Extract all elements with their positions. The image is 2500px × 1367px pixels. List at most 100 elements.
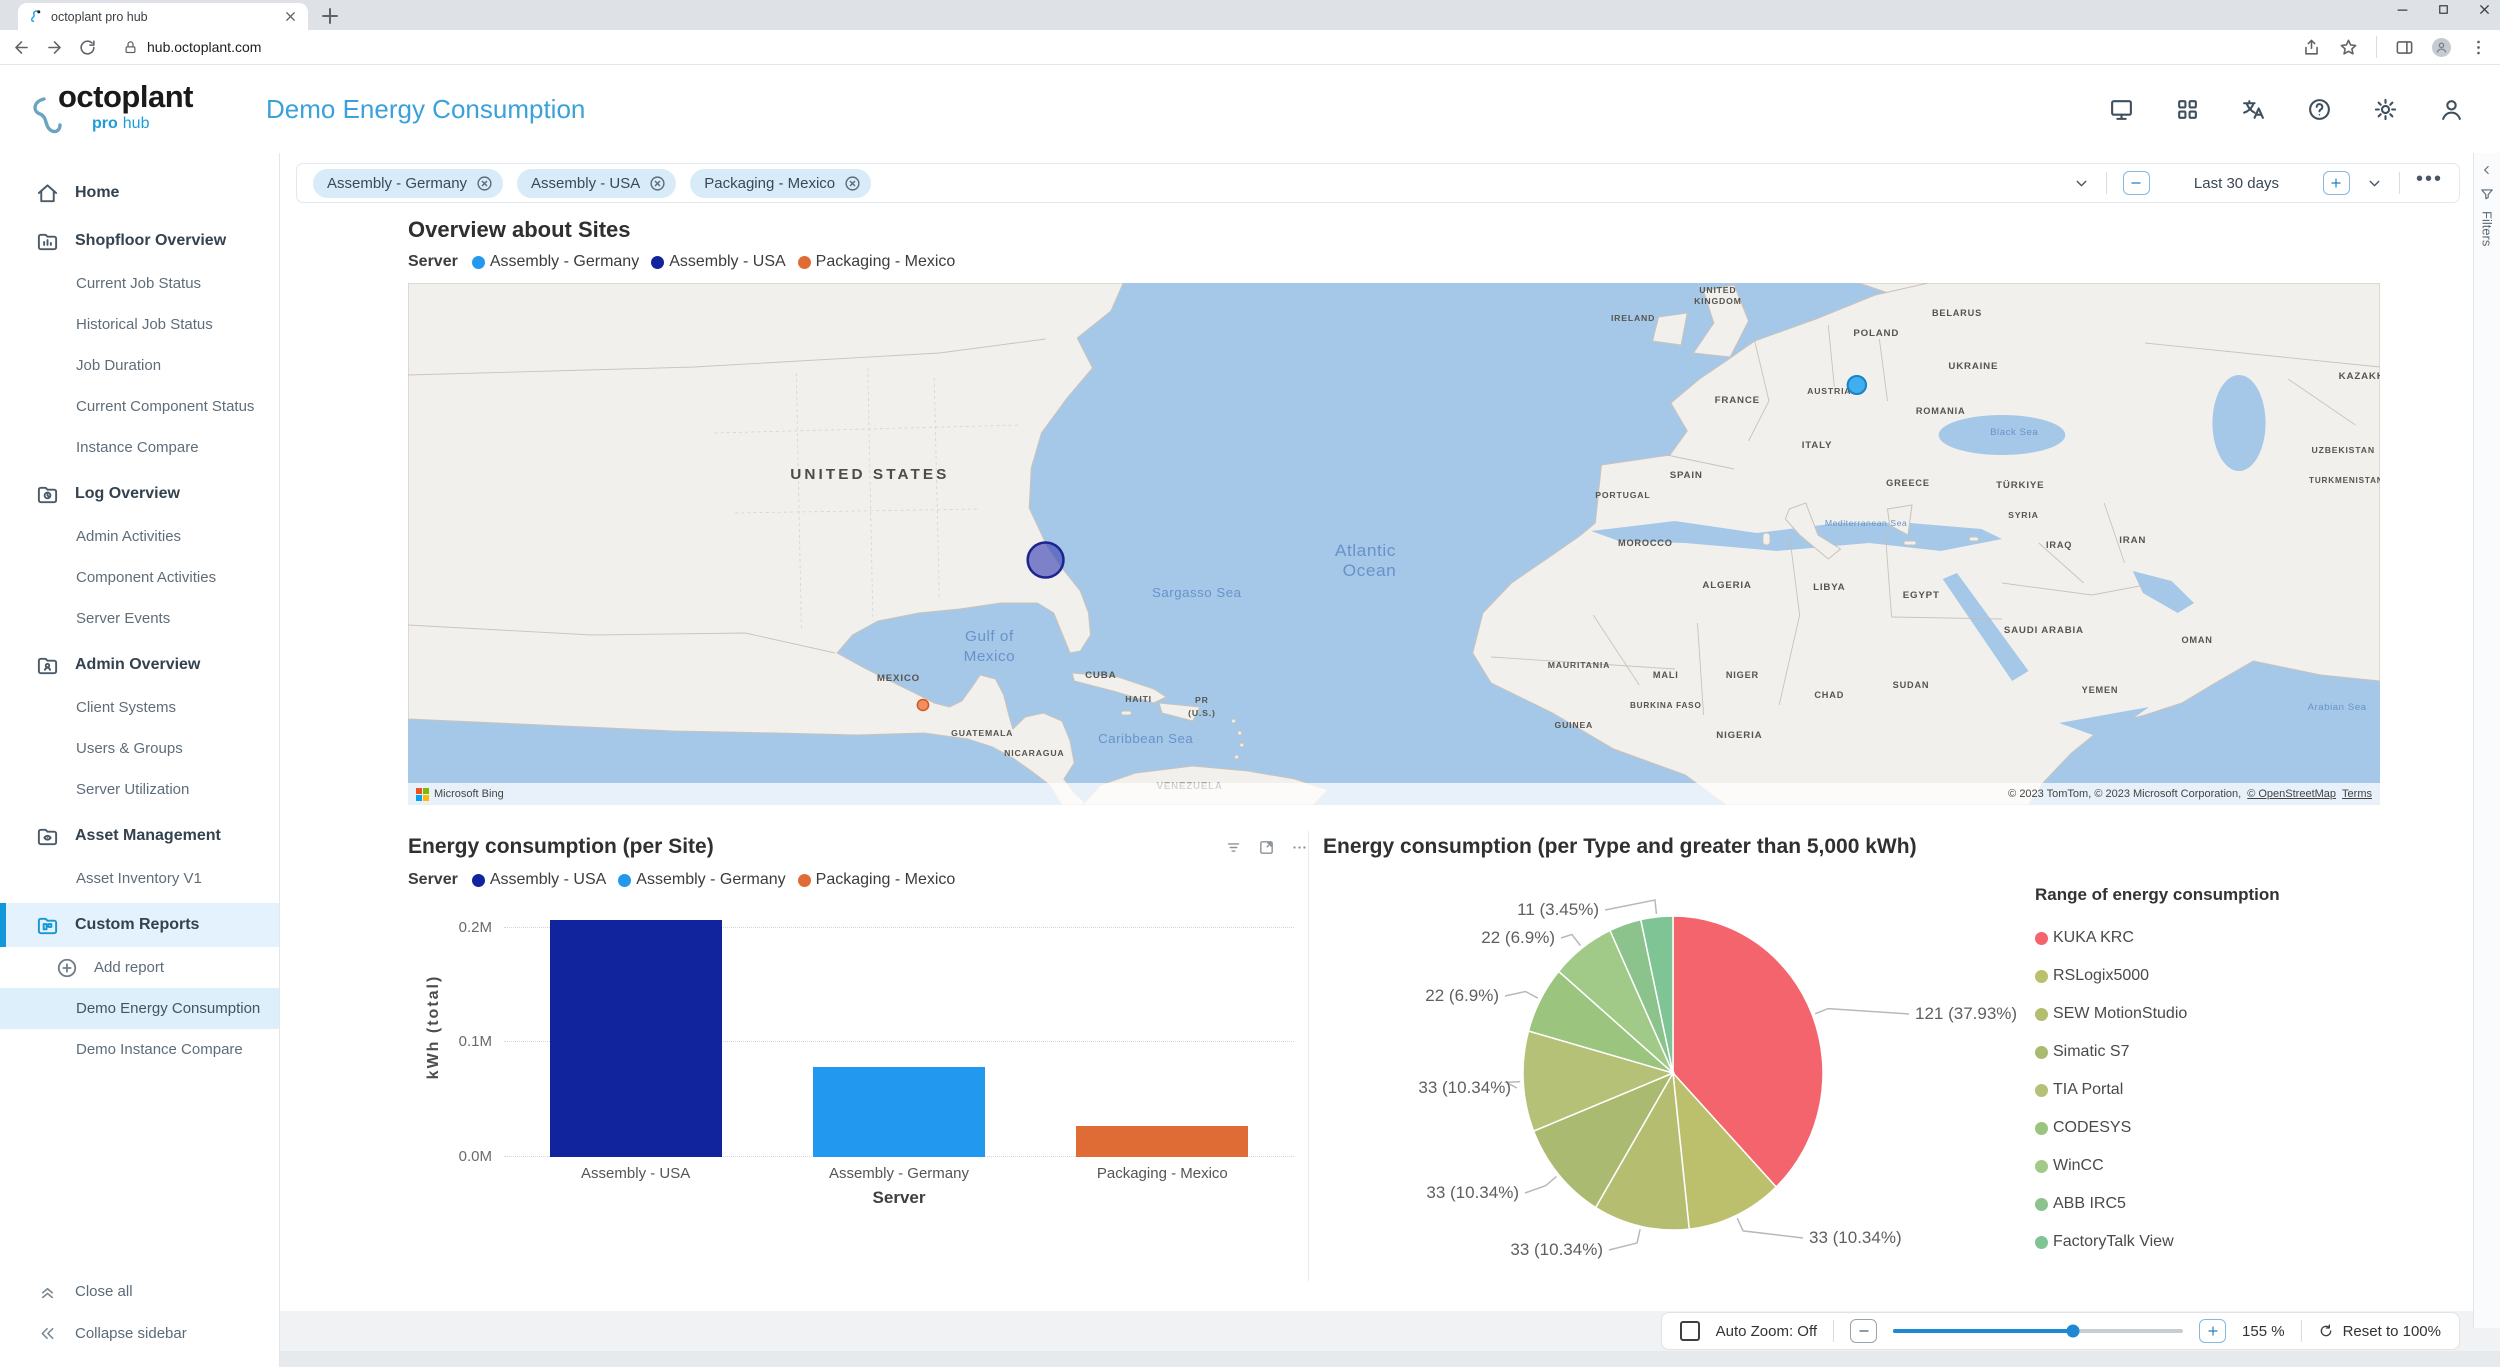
sidebar-item-current-component-status[interactable]: Current Component Status xyxy=(0,386,279,427)
time-range-label[interactable]: Last 30 days xyxy=(2194,175,2279,192)
browser-tab[interactable]: octoplant pro hub xyxy=(18,3,308,30)
side-panel-icon[interactable] xyxy=(2395,38,2414,57)
map-marker-assembly-usa[interactable] xyxy=(1028,543,1064,578)
chip-remove-icon[interactable] xyxy=(844,175,861,192)
sidebar-collapse-sidebar[interactable]: Collapse sidebar xyxy=(0,1312,279,1354)
map-label: GREECE xyxy=(1886,478,1930,488)
chevron-down-icon[interactable] xyxy=(2073,175,2090,192)
forward-arrow-icon[interactable] xyxy=(45,38,64,57)
map-label: UZBEKISTAN xyxy=(2312,445,2375,455)
bar-packaging-mexico[interactable] xyxy=(1076,1126,1248,1157)
legend-item-assembly-germany[interactable]: Assembly - Germany xyxy=(618,871,785,889)
osm-link[interactable]: © OpenStreetMap xyxy=(2247,788,2336,800)
sidebar-item-demo-energy-consumption[interactable]: Demo Energy Consumption xyxy=(0,988,279,1029)
sidebar-item-users-groups[interactable]: Users & Groups xyxy=(0,728,279,769)
sidebar-item-current-job-status[interactable]: Current Job Status xyxy=(0,263,279,304)
sidebar-item-component-activities[interactable]: Component Activities xyxy=(0,557,279,598)
sidebar-item-server-events[interactable]: Server Events xyxy=(0,598,279,639)
translate-icon[interactable] xyxy=(2241,97,2266,122)
x-category-label: Packaging - Mexico xyxy=(1031,1165,1294,1182)
sidebar-item-instance-compare[interactable]: Instance Compare xyxy=(0,427,279,468)
chip-remove-icon[interactable] xyxy=(476,175,493,192)
apps-grid-icon[interactable] xyxy=(2175,97,2200,122)
display-icon[interactable] xyxy=(2109,97,2134,122)
filter-funnel-icon[interactable] xyxy=(2480,187,2494,201)
close-icon[interactable] xyxy=(2477,2,2492,17)
user-icon[interactable] xyxy=(2439,97,2464,122)
zoom-out-button[interactable] xyxy=(1850,1319,1877,1343)
sidebar-item-add-report[interactable]: Add report xyxy=(0,947,279,988)
profile-avatar[interactable] xyxy=(2432,38,2451,57)
legend-item-simatic-s7[interactable]: Simatic S7 xyxy=(2035,1033,2335,1071)
chevron-down-icon[interactable] xyxy=(2366,175,2383,192)
filter-lines-icon[interactable] xyxy=(1225,839,1242,856)
minimize-icon[interactable] xyxy=(2395,2,2410,17)
legend-item-packaging-mexico[interactable]: Packaging - Mexico xyxy=(798,253,956,271)
url-box[interactable]: hub.octoplant.com xyxy=(111,39,2288,55)
legend-item-assembly-germany[interactable]: Assembly - Germany xyxy=(472,253,639,271)
legend-item-tia-portal[interactable]: TIA Portal xyxy=(2035,1071,2335,1109)
filter-chip-packaging-mexico[interactable]: Packaging - Mexico xyxy=(690,169,871,198)
maximize-icon[interactable] xyxy=(2436,2,2451,17)
sidebar-item-asset-inventory-v1[interactable]: Asset Inventory V1 xyxy=(0,858,279,899)
sidebar-item-admin-overview[interactable]: Admin Overview xyxy=(0,643,279,687)
legend-item-packaging-mexico[interactable]: Packaging - Mexico xyxy=(798,871,956,889)
time-range-minus-button[interactable] xyxy=(2123,171,2150,195)
refresh-icon xyxy=(2318,1323,2334,1339)
legend-item-codesys[interactable]: CODESYS xyxy=(2035,1109,2335,1147)
legend-item-kuka-krc[interactable]: KUKA KRC xyxy=(2035,919,2335,957)
filter-chip-assembly-usa[interactable]: Assembly - USA xyxy=(517,169,676,198)
filter-chip-assembly-germany[interactable]: Assembly - Germany xyxy=(313,169,503,198)
share-icon[interactable] xyxy=(2302,38,2321,57)
settings-icon[interactable] xyxy=(2373,97,2398,122)
sites-map[interactable]: UNITED STATESMEXICOGUATEMALANICARAGUACUB… xyxy=(408,283,2380,805)
sidebar-item-admin-activities[interactable]: Admin Activities xyxy=(0,516,279,557)
more-options-icon[interactable] xyxy=(1291,839,1308,856)
terms-link[interactable]: Terms xyxy=(2342,788,2372,800)
legend-item-assembly-usa[interactable]: Assembly - USA xyxy=(472,871,606,889)
legend-item-sew-motionstudio[interactable]: SEW MotionStudio xyxy=(2035,995,2335,1033)
filters-rail[interactable]: Filters xyxy=(2473,153,2500,1328)
legend-item-factorytalk-view[interactable]: FactoryTalk View xyxy=(2035,1223,2335,1261)
legend-item-abb-irc5[interactable]: ABB IRC5 xyxy=(2035,1185,2335,1223)
map-marker-assembly-germany[interactable] xyxy=(1848,376,1866,394)
sidebar-item-client-systems[interactable]: Client Systems xyxy=(0,687,279,728)
sidebar-item-label: Home xyxy=(75,184,119,202)
expand-icon[interactable] xyxy=(1258,839,1275,856)
more-options-icon[interactable]: ••• xyxy=(2416,174,2443,192)
legend-item-wincc[interactable]: WinCC xyxy=(2035,1147,2335,1185)
map-marker-packaging-mexico[interactable] xyxy=(917,700,928,711)
sidebar-item-historical-job-status[interactable]: Historical Job Status xyxy=(0,304,279,345)
back-arrow-icon[interactable] xyxy=(12,38,31,57)
bar-chart-card: Energy consumption (per Site) Server Ass… xyxy=(408,831,1308,1281)
reload-icon[interactable] xyxy=(78,38,97,57)
zoom-slider-thumb[interactable] xyxy=(2066,1325,2079,1338)
sidebar-close-all[interactable]: Close all xyxy=(0,1270,279,1312)
zoom-slider[interactable] xyxy=(1893,1329,2183,1333)
legend-item-assembly-usa[interactable]: Assembly - USA xyxy=(651,253,785,271)
auto-zoom-checkbox[interactable] xyxy=(1680,1321,1700,1341)
time-range-plus-button[interactable] xyxy=(2323,171,2350,195)
new-tab-button[interactable] xyxy=(318,4,342,28)
sidebar-item-demo-instance-compare[interactable]: Demo Instance Compare xyxy=(0,1029,279,1070)
legend-item-rslogix5000[interactable]: RSLogix5000 xyxy=(2035,957,2335,995)
bar-assembly-usa[interactable] xyxy=(550,920,722,1157)
sidebar-item-log-overview[interactable]: Log Overview xyxy=(0,472,279,516)
sidebar-item-job-duration[interactable]: Job Duration xyxy=(0,345,279,386)
tab-close-icon[interactable] xyxy=(283,9,298,24)
octoplant-logo[interactable]: octoplant prohub xyxy=(30,77,226,141)
help-icon[interactable] xyxy=(2307,97,2332,122)
sidebar-item-custom-reports[interactable]: Custom Reports xyxy=(0,903,279,947)
reset-zoom-button[interactable]: Reset to 100% xyxy=(2318,1323,2441,1340)
chevron-left-icon[interactable] xyxy=(2480,163,2494,177)
sidebar-item-server-utilization[interactable]: Server Utilization xyxy=(0,769,279,810)
bar-assembly-germany[interactable] xyxy=(813,1067,985,1157)
sidebar-item-home[interactable]: Home xyxy=(0,171,279,215)
pie-chart-card: Energy consumption (per Type and greater… xyxy=(1308,831,2380,1281)
chip-remove-icon[interactable] xyxy=(649,175,666,192)
sidebar-item-asset-management[interactable]: Asset Management xyxy=(0,814,279,858)
bookmark-star-icon[interactable] xyxy=(2339,38,2358,57)
zoom-in-button[interactable] xyxy=(2199,1319,2226,1343)
sidebar-item-shopfloor-overview[interactable]: Shopfloor Overview xyxy=(0,219,279,263)
menu-kebab-icon[interactable] xyxy=(2469,38,2488,57)
